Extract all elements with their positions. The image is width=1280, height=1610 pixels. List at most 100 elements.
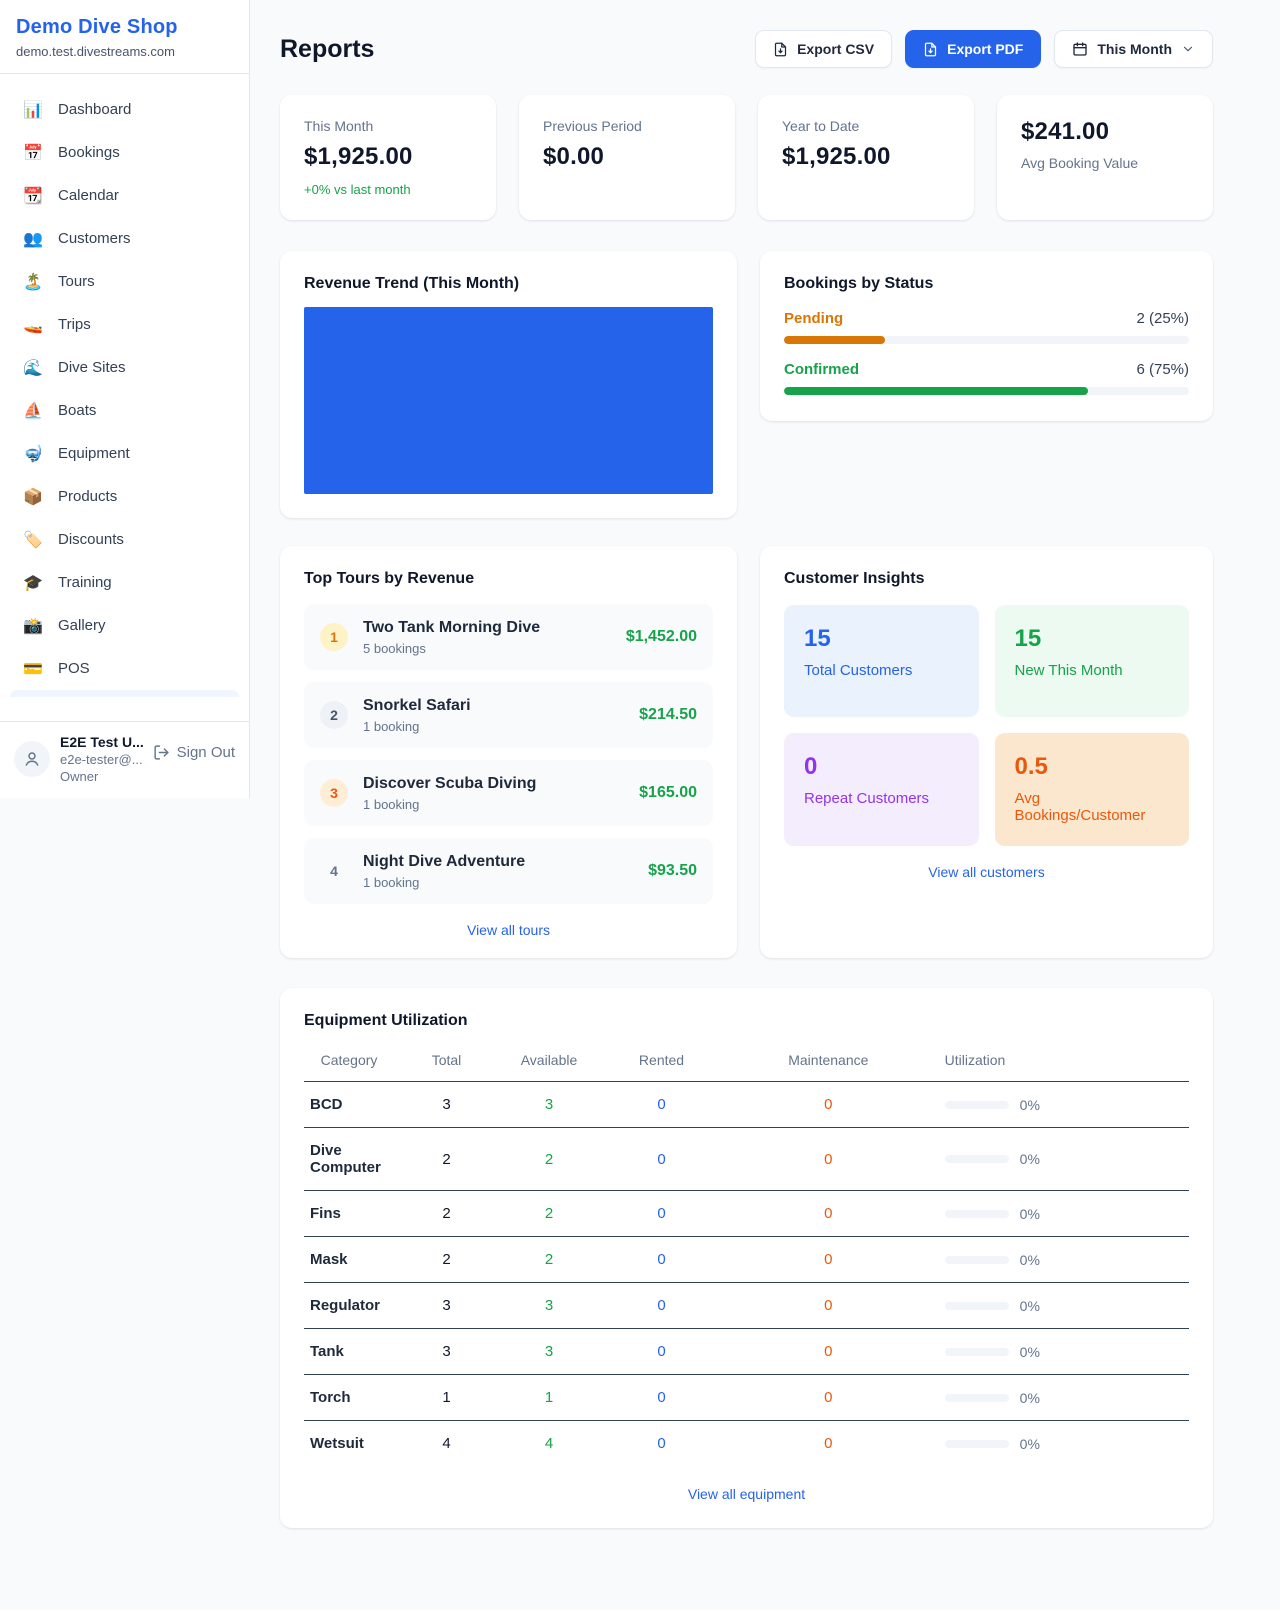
nav-item-label: Calendar [58, 187, 119, 204]
stat-stack: This Month$1,925.00+0% vs last month [304, 118, 472, 197]
insight-label: New This Month [1015, 662, 1170, 679]
cell-rented: 0 [599, 1191, 724, 1237]
utilization-bar-track [945, 1394, 1009, 1402]
utilization-percent: 0% [1020, 1252, 1040, 1268]
sidebar-nav-item[interactable]: 📸 Gallery [12, 604, 237, 647]
sidebar-nav-item[interactable]: 🏝️ Tours [12, 260, 237, 303]
nav-item-icon: 👥 [22, 229, 44, 249]
cell-rented: 0 [599, 1283, 724, 1329]
sidebar-nav-item[interactable]: 🎓 Training [12, 561, 237, 604]
cell-maintenance: 0 [724, 1191, 933, 1237]
cell-category: Regulator [304, 1283, 394, 1329]
customer-insights-title: Customer Insights [784, 570, 1189, 588]
sidebar-nav-item[interactable]: 👥 Customers [12, 217, 237, 260]
sidebar-nav-item[interactable]: 📊 Dashboard [12, 88, 237, 131]
cell-maintenance: 0 [724, 1375, 933, 1421]
insight-tile: 0 Repeat Customers [784, 733, 979, 846]
stat-stack: $241.00Avg Booking Value [1021, 118, 1189, 171]
rank-badge: 1 [320, 623, 348, 651]
cell-available: 2 [499, 1191, 599, 1237]
sidebar-nav: 📊 Dashboard 📅 Bookings 📆 Calendar 👥 Cust… [0, 74, 249, 690]
export-pdf-label: Export PDF [947, 41, 1023, 57]
sidebar-nav-item[interactable]: 📅 Bookings [12, 131, 237, 174]
insight-value: 15 [1015, 625, 1170, 653]
equipment-row: Tank 3 3 0 0 0% [304, 1329, 1189, 1375]
shop-name: Demo Dive Shop [16, 16, 233, 39]
cell-maintenance: 0 [724, 1128, 933, 1191]
sidebar-nav-item[interactable]: 💳 POS [12, 647, 237, 690]
status-label: Confirmed [784, 361, 859, 378]
insight-tile: 15 Total Customers [784, 605, 979, 717]
nav-item-icon: 🏷️ [22, 530, 44, 550]
sidebar-nav-item[interactable]: 📆 Calendar [12, 174, 237, 217]
revenue-trend-card: Revenue Trend (This Month) [280, 251, 737, 518]
tour-amount: $93.50 [648, 862, 697, 880]
nav-item-label: Discounts [58, 531, 124, 548]
tour-bookings: 1 booking [363, 875, 633, 890]
rank-badge: 2 [320, 701, 348, 729]
insight-value: 15 [804, 625, 959, 653]
cell-available: 3 [499, 1082, 599, 1128]
sign-out-button[interactable]: Sign Out [153, 744, 235, 775]
equipment-table: Category Total Available Rented Maintena… [304, 1042, 1189, 1466]
cell-total: 2 [394, 1191, 499, 1237]
utilization-percent: 0% [1020, 1436, 1040, 1452]
stat-stack: Previous Period$0.00 [543, 118, 711, 171]
calendar-icon [1072, 41, 1088, 57]
nav-item-icon: 📦 [22, 487, 44, 507]
period-dropdown[interactable]: This Month [1054, 30, 1213, 68]
equipment-row: BCD 3 3 0 0 0% [304, 1082, 1189, 1128]
status-bar-track [784, 336, 1189, 344]
sidebar-nav-item[interactable]: 🤿 Equipment [12, 432, 237, 475]
bookings-by-status-card: Bookings by Status Pending 2 (25%) [760, 251, 1213, 421]
utilization-bar-track [945, 1155, 1009, 1163]
sidebar-nav-item[interactable]: 🚤 Trips [12, 303, 237, 346]
cell-rented: 0 [599, 1082, 724, 1128]
utilization-percent: 0% [1020, 1097, 1040, 1113]
charts-row: Revenue Trend (This Month) Bookings by S… [280, 251, 1213, 518]
customer-insights-card: Customer Insights 15 Total Customers 15 … [760, 546, 1213, 958]
utilization-bar-track [945, 1210, 1009, 1218]
cell-category: Dive Computer [304, 1128, 394, 1191]
sign-out-icon [153, 744, 170, 761]
cell-total: 4 [394, 1421, 499, 1467]
equipment-row: Dive Computer 2 2 0 0 0% [304, 1128, 1189, 1191]
view-all-tours-link[interactable]: View all tours [304, 922, 713, 938]
export-csv-button[interactable]: Export CSV [755, 30, 892, 68]
cell-utilization: 0% [933, 1329, 1189, 1375]
cell-category: Tank [304, 1329, 394, 1375]
sidebar-nav-item[interactable]: 🌊 Dive Sites [12, 346, 237, 389]
nav-item-icon: 🏝️ [22, 272, 44, 292]
cell-maintenance: 0 [724, 1283, 933, 1329]
sidebar-nav-item[interactable]: 📦 Products [12, 475, 237, 518]
view-all-equipment-link[interactable]: View all equipment [304, 1486, 1189, 1502]
tour-bookings: 1 booking [363, 797, 624, 812]
page-header: Reports Export CSV [280, 30, 1213, 68]
cell-rented: 0 [599, 1329, 724, 1375]
cell-maintenance: 0 [724, 1329, 933, 1375]
stat-label: Previous Period [543, 118, 711, 134]
status-bar-fill [784, 336, 885, 344]
stat-value: $1,925.00 [782, 143, 950, 171]
tour-bookings: 1 booking [363, 719, 624, 734]
nav-item-label: Customers [58, 230, 131, 247]
stat-value: $1,925.00 [304, 143, 472, 171]
cell-rented: 0 [599, 1421, 724, 1467]
period-label: This Month [1097, 41, 1172, 57]
shop-domain: demo.test.divestreams.com [16, 44, 233, 59]
chevron-down-icon [1181, 42, 1195, 56]
rank-badge: 4 [320, 857, 348, 885]
sidebar-nav-item[interactable]: 🏷️ Discounts [12, 518, 237, 561]
utilization-percent: 0% [1020, 1206, 1040, 1222]
view-all-customers-link[interactable]: View all customers [784, 864, 1189, 880]
status-label: Pending [784, 310, 843, 327]
cell-total: 3 [394, 1283, 499, 1329]
status-row: Pending 2 (25%) [784, 310, 1189, 344]
bookings-by-status-title: Bookings by Status [784, 275, 1189, 293]
sidebar-nav-item[interactable]: ⛵ Boats [12, 389, 237, 432]
export-pdf-button[interactable]: Export PDF [905, 30, 1041, 68]
equipment-utilization-card: Equipment Utilization Category Total Ava… [280, 988, 1213, 1528]
tour-name: Snorkel Safari [363, 697, 624, 715]
sidebar-item-reports-active-clipped[interactable] [10, 690, 239, 697]
column-header: Maintenance [724, 1042, 933, 1082]
